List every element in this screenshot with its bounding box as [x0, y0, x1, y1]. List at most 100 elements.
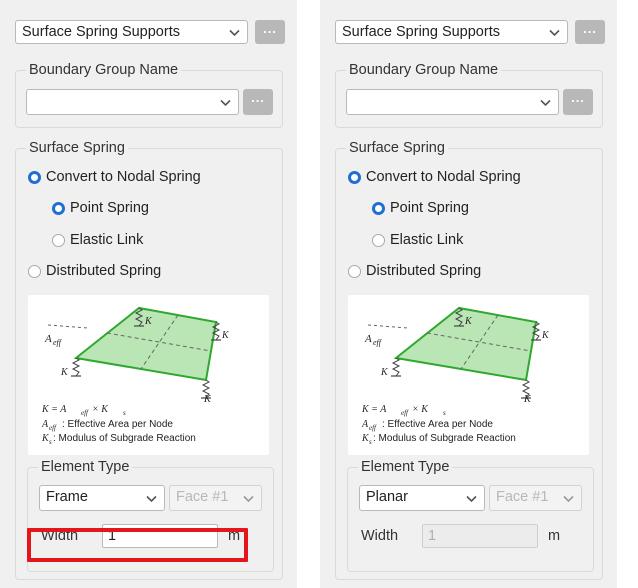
face-select: Face #1 [169, 485, 262, 511]
chevron-down-icon [146, 495, 157, 503]
aeff-label: A [364, 333, 372, 345]
chevron-down-icon [540, 99, 551, 107]
element-type-select[interactable]: Frame [39, 485, 165, 511]
formula-tail: × K [412, 404, 429, 415]
spring-k-label: K [60, 367, 69, 378]
boundary-group-title: Boundary Group Name [346, 61, 502, 79]
chevron-down-icon [229, 29, 240, 37]
spring-diagram-graphic: KKKKA effK = Aeff × KsA eff : Effective Ar… [361, 306, 550, 446]
radio-label: Convert to Nodal Spring [46, 169, 201, 185]
radio-label: Distributed Spring [46, 263, 162, 279]
aeff-subscript: eff [373, 338, 383, 347]
surface-spring-title: Surface Spring [26, 139, 128, 157]
boundary-group-browse-button[interactable]: ... [563, 89, 593, 115]
boundary-group-browse-button[interactable]: ... [243, 89, 273, 115]
radio-label: Point Spring [390, 200, 469, 216]
formula-label: K = A [41, 404, 67, 415]
radio-label: Distributed Spring [366, 263, 482, 279]
radio-convert-nodal-spring[interactable]: Convert to Nodal Spring [348, 167, 521, 187]
legend-aeff-subscript: eff [369, 424, 377, 432]
radio-point-spring[interactable]: Point Spring [372, 198, 469, 218]
spring-k-label: K [144, 316, 153, 327]
surface-spring-box: Surface Spring Convert to Nodal Spring P… [15, 139, 283, 580]
face-value: Face #1 [176, 489, 229, 505]
radio-button[interactable] [372, 233, 385, 247]
width-label: Width [361, 528, 399, 544]
support-type-select[interactable]: Surface Spring Supports [335, 20, 568, 44]
spring-diagram: K K K K Aeff K = Aeff × Ks Aeff : Effective Ar… [348, 295, 589, 455]
formula-subscript: eff [81, 409, 89, 417]
surface-spring-title: Surface Spring [346, 139, 448, 157]
formula-subscript: s [443, 409, 446, 417]
element-type-box: Element Type Planar Face #1 Width 1 m [347, 458, 594, 572]
element-type-title: Element Type [38, 458, 133, 476]
legend-ks-subscript: s [49, 438, 52, 446]
element-type-value: Frame [46, 489, 88, 505]
face-value: Face #1 [496, 489, 549, 505]
chevron-down-icon [220, 99, 231, 107]
left-panel: Surface Spring Supports ... Boundary Gro… [0, 0, 297, 588]
spring-diagram: K K K K Aeff K = Aeff × Ks Aeff : Effective Ar… [28, 295, 269, 455]
element-type-title: Element Type [358, 458, 453, 476]
radio-button-selected[interactable] [52, 201, 65, 215]
radio-point-spring[interactable]: Point Spring [52, 198, 149, 218]
radio-button[interactable] [52, 233, 65, 247]
radio-button[interactable] [348, 264, 361, 278]
boundary-group-box: Boundary Group Name ... [15, 61, 283, 128]
spring-k-label: K [541, 330, 550, 341]
radio-label: Elastic Link [70, 232, 144, 248]
spring-diagram-graphic: KKKKA effK = Aeff × KsA eff : Effective Ar… [41, 306, 230, 446]
right-panel: Surface Spring Supports ... Boundary Gro… [320, 0, 617, 588]
support-type-browse-button[interactable]: ... [255, 20, 285, 44]
legend-aeff-text: : Effective Area per Node [382, 419, 493, 430]
support-type-select[interactable]: Surface Spring Supports [15, 20, 248, 44]
formula-label: K = A [361, 404, 387, 415]
spring-k-label: K [523, 394, 532, 405]
radio-button[interactable] [28, 264, 41, 278]
legend-ks-text: : Modulus of Subgrade Reaction [53, 433, 196, 444]
legend-aeff-text: : Effective Area per Node [62, 419, 173, 430]
boundary-group-select[interactable] [26, 89, 239, 115]
formula-subscript: s [123, 409, 126, 417]
boundary-group-select[interactable] [346, 89, 559, 115]
spring-icon [391, 357, 401, 377]
legend-aeff-symbol: A [361, 419, 369, 430]
radio-button-selected[interactable] [372, 201, 385, 215]
chevron-down-icon [563, 495, 574, 503]
chevron-down-icon [549, 29, 560, 37]
radio-button-selected[interactable] [28, 170, 41, 184]
element-type-select[interactable]: Planar [359, 485, 485, 511]
support-type-browse-button[interactable]: ... [575, 20, 605, 44]
radio-distributed-spring[interactable]: Distributed Spring [348, 261, 481, 281]
formula-tail: × K [92, 404, 109, 415]
element-type-value: Planar [366, 489, 408, 505]
legend-aeff-symbol: A [41, 419, 49, 430]
aeff-label: A [44, 333, 52, 345]
width-unit: m [548, 528, 561, 544]
legend-ks-text: : Modulus of Subgrade Reaction [373, 433, 516, 444]
radio-button-selected[interactable] [348, 170, 361, 184]
boundary-group-box: Boundary Group Name ... [335, 61, 603, 128]
radio-elastic-link[interactable]: Elastic Link [52, 230, 143, 250]
legend-ks-subscript: s [369, 438, 372, 446]
surface-spring-box: Surface Spring Convert to Nodal Spring P… [335, 139, 603, 580]
legend-aeff-subscript: eff [49, 424, 57, 432]
formula-subscript: eff [401, 409, 409, 417]
radio-label: Convert to Nodal Spring [366, 169, 521, 185]
radio-distributed-spring[interactable]: Distributed Spring [28, 261, 161, 281]
chevron-down-icon [466, 495, 477, 503]
spring-k-label: K [380, 367, 389, 378]
spring-k-label: K [464, 316, 473, 327]
face-select: Face #1 [489, 485, 582, 511]
dashed-leader [47, 324, 89, 329]
support-type-value: Surface Spring Supports [22, 24, 180, 40]
radio-elastic-link[interactable]: Elastic Link [372, 230, 463, 250]
width-field-highlight [27, 528, 248, 562]
boundary-group-title: Boundary Group Name [26, 61, 182, 79]
radio-label: Elastic Link [390, 232, 464, 248]
spring-icon [71, 357, 81, 377]
radio-label: Point Spring [70, 200, 149, 216]
aeff-subscript: eff [53, 338, 63, 347]
width-input: 1 [422, 524, 538, 548]
radio-convert-nodal-spring[interactable]: Convert to Nodal Spring [28, 167, 201, 187]
